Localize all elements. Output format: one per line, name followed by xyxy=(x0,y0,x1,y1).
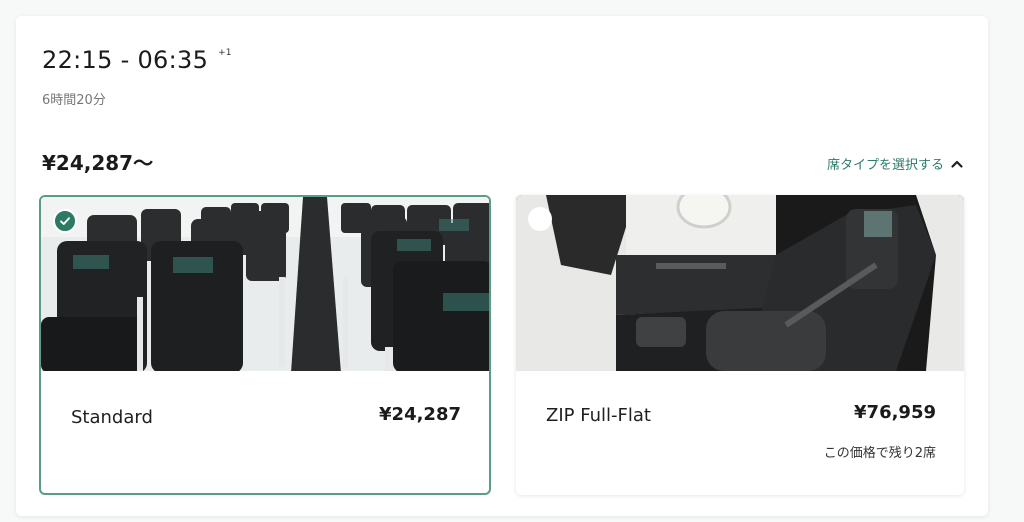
selected-check-radio[interactable] xyxy=(53,209,77,233)
check-icon xyxy=(60,217,70,225)
seat-price: ¥24,287 xyxy=(379,404,461,425)
flight-duration: 6時間20分 xyxy=(42,93,106,108)
flight-time-range: 22:15 - 06:35 xyxy=(42,46,209,74)
seat-name: Standard xyxy=(71,407,153,428)
seat-name: ZIP Full-Flat xyxy=(546,405,651,426)
select-seat-type-label: 席タイプを選択する xyxy=(826,158,944,173)
seat-option-standard[interactable]: Standard ¥24,287 xyxy=(39,195,491,495)
seat-price: ¥76,959 xyxy=(854,402,936,423)
flight-time-row: 22:15 - 06:35 +1 xyxy=(42,46,231,74)
seat-option-zip-full-flat[interactable]: ZIP Full-Flat ¥76,959 この価格で残り2席 xyxy=(516,195,964,495)
flight-option-card: 22:15 - 06:35 +1 6時間20分 ¥24,287〜 席タイプを選択… xyxy=(16,16,988,516)
economy-cabin-photo xyxy=(41,197,489,371)
select-seat-type-toggle[interactable]: 席タイプを選択する xyxy=(827,154,964,173)
chevron-up-icon xyxy=(951,160,963,168)
day-offset-badge: +1 xyxy=(218,48,232,58)
full-flat-seat-photo xyxy=(516,195,964,371)
price-from: ¥24,287〜 xyxy=(42,151,154,175)
remaining-seats-note: この価格で残り2席 xyxy=(823,446,936,461)
unselected-radio[interactable] xyxy=(528,207,552,231)
